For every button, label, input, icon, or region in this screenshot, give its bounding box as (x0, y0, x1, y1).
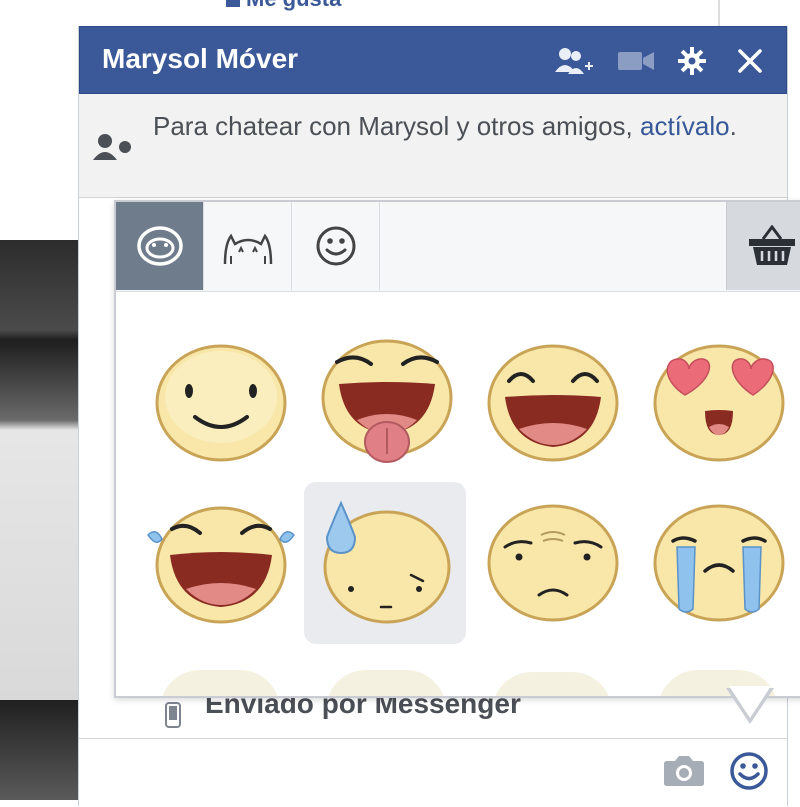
emoji-icon (316, 226, 355, 266)
sticker-picker (114, 200, 800, 698)
sweat-drop-sticker[interactable] (304, 482, 466, 644)
chat-header: Marysol Móver (79, 26, 787, 94)
activate-chat-notice: Para chatear con Marysol y otros amigos,… (79, 94, 787, 198)
add-friends-icon[interactable] (554, 43, 594, 79)
message-composer[interactable] (79, 738, 787, 807)
worried-sticker[interactable] (472, 484, 634, 644)
basket-icon (748, 225, 795, 265)
notice-period: . (729, 111, 737, 141)
heart-eyes-sticker[interactable] (638, 324, 800, 484)
popup-pointer-inner (729, 686, 771, 718)
sticker-face-tab[interactable] (116, 202, 204, 290)
background-page-strip (0, 0, 78, 800)
background-divider (718, 0, 720, 26)
camera-icon[interactable] (663, 753, 705, 792)
notice-text: Para chatear con Marysol y otros amigos,… (153, 106, 753, 146)
laughing-sticker[interactable] (472, 324, 634, 484)
chat-title[interactable]: Marysol Móver (102, 43, 298, 75)
sticker-grid (116, 292, 800, 696)
phone-icon (165, 702, 181, 733)
partial-sticker (492, 672, 612, 696)
notice-message: Para chatear con Marysol y otros amigos, (153, 111, 640, 141)
sticker-store-button[interactable] (726, 202, 800, 290)
tongue-out-sticker[interactable] (306, 324, 468, 484)
emoji-tab[interactable] (292, 202, 380, 290)
smiley-icon[interactable] (729, 751, 769, 796)
tears-of-joy-sticker[interactable] (140, 484, 302, 644)
crying-sticker[interactable] (638, 484, 800, 644)
sticker-tabs (116, 202, 800, 292)
cat-icon (223, 233, 272, 265)
like-link-text: Me gusta (246, 0, 341, 11)
background-like-link: Me gusta (226, 0, 341, 12)
close-icon[interactable] (730, 43, 770, 79)
sticker-face-icon (136, 226, 183, 266)
smile-sticker[interactable] (140, 324, 302, 484)
video-call-icon[interactable] (616, 43, 656, 79)
gear-icon[interactable] (672, 43, 712, 79)
partial-sticker (326, 670, 446, 696)
partial-sticker (160, 670, 280, 696)
activate-link[interactable]: actívalo (640, 111, 730, 141)
offline-user-icon (93, 132, 133, 167)
cat-sticker-tab[interactable] (204, 202, 292, 290)
thumbs-up-icon (226, 0, 240, 8)
